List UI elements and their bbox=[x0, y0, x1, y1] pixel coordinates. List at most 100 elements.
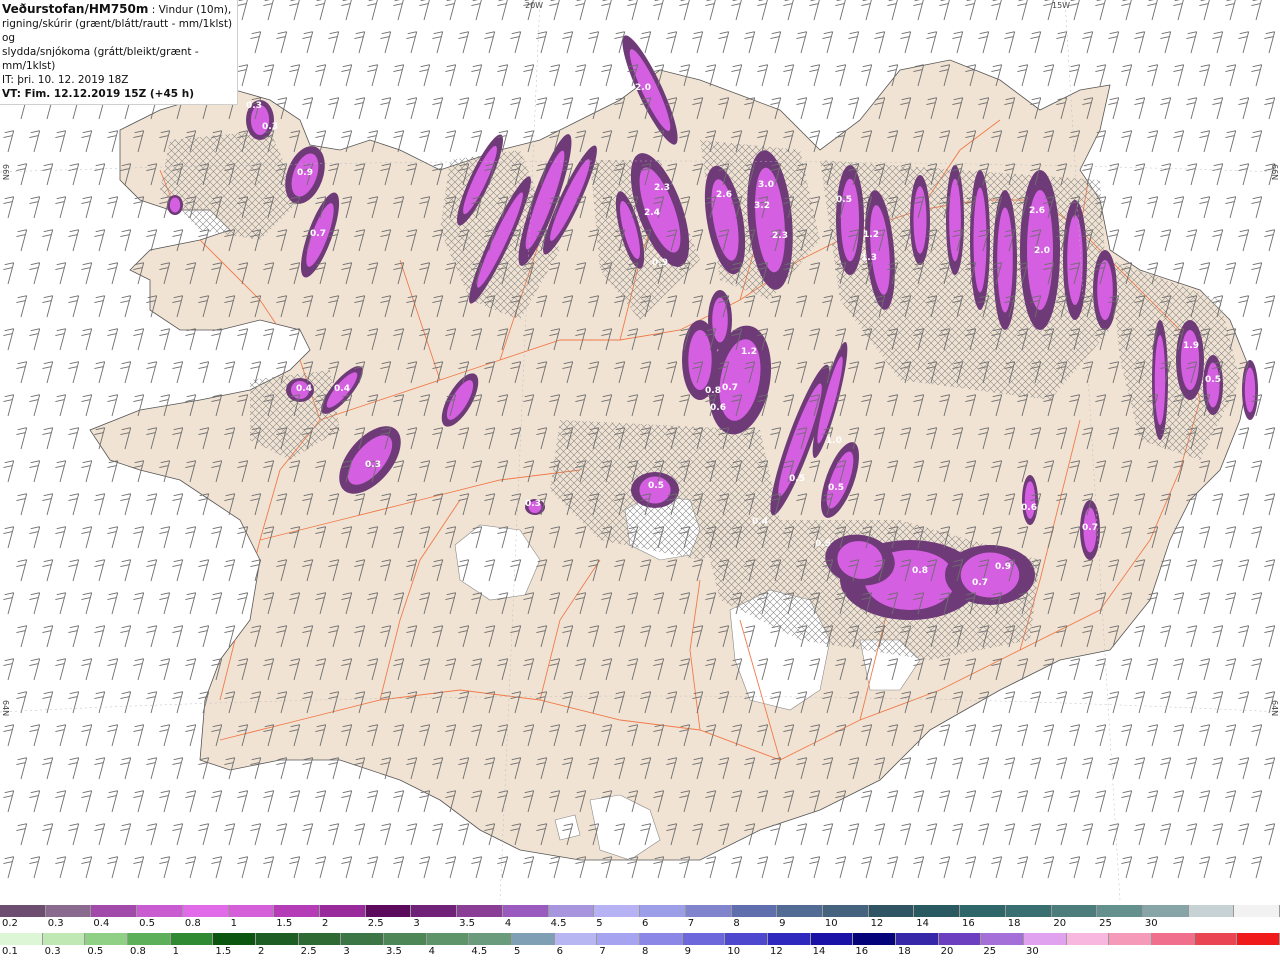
valid-time: VT: Fim. 12.12.2019 15Z (+45 h) bbox=[2, 88, 195, 100]
legend-swatch bbox=[810, 933, 854, 945]
precip-value-label: 0.9 bbox=[995, 562, 1011, 572]
legend-label: 0.2 bbox=[2, 918, 18, 929]
precip-value-label: 3.0 bbox=[758, 180, 774, 190]
precip-core bbox=[1180, 330, 1200, 390]
precip-value-label: 0.3 bbox=[246, 101, 262, 111]
precip-value-label: 0.7 bbox=[722, 383, 738, 393]
legend-label: 0.5 bbox=[139, 918, 156, 929]
legend-swatch bbox=[548, 905, 595, 917]
legend-label: 25 bbox=[983, 946, 997, 957]
legend-swatch bbox=[426, 933, 470, 945]
legend-swatch bbox=[45, 905, 92, 917]
legend-swatch bbox=[640, 933, 683, 945]
legend-label: 25 bbox=[1099, 918, 1112, 929]
legend-swatch bbox=[256, 933, 299, 945]
legend-label: 0.8 bbox=[130, 946, 146, 957]
legend-swatch bbox=[1024, 933, 1067, 945]
legend-swatch bbox=[182, 905, 229, 917]
rain-legend-labels: 0.1 0.3 0.5 0.8 1 1.5 2 2.5 3 3.5 4 4.5 5 6 7 8 9 10 12 14 1… bbox=[0, 946, 1280, 958]
legend-label: 4.5 bbox=[550, 918, 567, 929]
lat-label-66n-right: 66N bbox=[1270, 164, 1279, 181]
legend-label: 9 bbox=[779, 918, 786, 929]
legend-label: 8 bbox=[642, 946, 649, 957]
lat-label-64n-left: 64N bbox=[1, 700, 10, 717]
precip-value-label: 2.0 bbox=[1034, 246, 1050, 256]
legend-label: 30 bbox=[1026, 946, 1039, 957]
legend-swatch bbox=[298, 933, 342, 945]
precip-value-label: 2.0 bbox=[635, 83, 651, 93]
legend-label: 4 bbox=[428, 946, 436, 957]
legend-swatch bbox=[685, 905, 732, 917]
precip-value-label: 2.3 bbox=[654, 183, 670, 193]
legend-swatch bbox=[981, 933, 1025, 945]
legend-label: 10 bbox=[727, 946, 741, 957]
lat-label-66n-left: 66N bbox=[1, 164, 10, 181]
legend-swatch bbox=[1142, 905, 1189, 917]
precip-value-label: 0.4 bbox=[752, 517, 768, 527]
legend-swatch bbox=[594, 905, 641, 917]
precip-value-label: 0.8 bbox=[705, 386, 721, 396]
legend-label: 2 bbox=[322, 918, 329, 929]
legend-swatch bbox=[682, 933, 726, 945]
precip-value-label: 2.6 bbox=[1029, 206, 1045, 216]
legend-label: 3.5 bbox=[459, 918, 476, 929]
precip-value-label: 0.4 bbox=[334, 384, 350, 394]
legend-label: 18 bbox=[1007, 918, 1021, 929]
legend-label: 0.4 bbox=[93, 918, 110, 929]
legend-swatch bbox=[384, 933, 427, 945]
forecast-map[interactable]: 0.3 0.3 0.9 0.7 2.0 2.3 2.4 0.9 2.6 3.0 3.2 2.3 0.5 1… bbox=[0, 0, 1280, 900]
legend-swatch bbox=[1194, 933, 1238, 945]
precip-core bbox=[1154, 335, 1166, 425]
legend-swatch bbox=[1051, 905, 1098, 917]
legend-swatch bbox=[896, 933, 939, 945]
precip-value-label: 0.5 bbox=[828, 483, 844, 493]
legend-label: 0.5 bbox=[87, 946, 104, 957]
legend-label: 2 bbox=[258, 946, 265, 957]
precip-value-label: 2.3 bbox=[772, 231, 788, 241]
precip-core bbox=[688, 330, 712, 390]
legend-label: 7 bbox=[599, 946, 606, 957]
lon-label-20w: 20W bbox=[525, 1, 544, 10]
legend-label: 16 bbox=[855, 946, 869, 957]
legend-label: 3 bbox=[343, 946, 350, 957]
info-line1: : Vindur (10m), bbox=[151, 4, 232, 16]
precip-value-label: 1.9 bbox=[1183, 341, 1199, 351]
legend-swatch bbox=[640, 905, 686, 917]
precip-value-label: 0.9 bbox=[652, 258, 668, 268]
precip-core bbox=[1244, 367, 1256, 413]
precip-value-label: 3.2 bbox=[754, 201, 770, 211]
legend-swatch bbox=[914, 905, 961, 917]
legend-label: 0.1 bbox=[2, 946, 18, 957]
precip-value-label: 0.5 bbox=[836, 195, 852, 205]
precip-value-label: 0.5 bbox=[1205, 375, 1221, 385]
info-line2: rigning/skúrir (grænt/blátt/rautt - mm/1… bbox=[2, 18, 233, 44]
lon-label-15w: 15W bbox=[1052, 1, 1071, 10]
legend-label: 14 bbox=[812, 946, 826, 957]
legend-swatch bbox=[938, 933, 982, 945]
legend-label: 1.5 bbox=[276, 918, 293, 929]
legend-swatch bbox=[128, 933, 171, 945]
legend-label: 0.3 bbox=[47, 918, 64, 929]
rain-legend-swatches bbox=[0, 933, 1280, 945]
legend-label: 9 bbox=[684, 946, 692, 957]
legend-label: 6 bbox=[556, 946, 564, 957]
legend-label: 5 bbox=[596, 918, 603, 929]
legend-swatch bbox=[1005, 905, 1052, 917]
precip-value-label: 0.6 bbox=[710, 403, 726, 413]
legend-label: 6 bbox=[642, 918, 649, 929]
legend-swatch bbox=[365, 905, 412, 917]
precip-core bbox=[973, 187, 987, 293]
legend-swatch bbox=[868, 905, 915, 917]
legend-swatch bbox=[0, 933, 43, 945]
legend-label: 8 bbox=[733, 918, 740, 929]
precip-value-label: 0.5 bbox=[815, 539, 831, 549]
precip-core bbox=[712, 297, 728, 343]
precip-core bbox=[1067, 215, 1083, 305]
info-line3: slydda/snjókoma (grátt/bleikt/grænt - mm… bbox=[2, 46, 199, 72]
legend-swatch bbox=[1152, 933, 1195, 945]
precip-value-label: 1.2 bbox=[863, 230, 879, 240]
precip-value-label: 0.3 bbox=[262, 122, 278, 132]
legend-swatch bbox=[469, 933, 513, 945]
precip-value-label: 2.4 bbox=[644, 208, 660, 218]
precip-value-label: 0.6 bbox=[1021, 503, 1037, 513]
